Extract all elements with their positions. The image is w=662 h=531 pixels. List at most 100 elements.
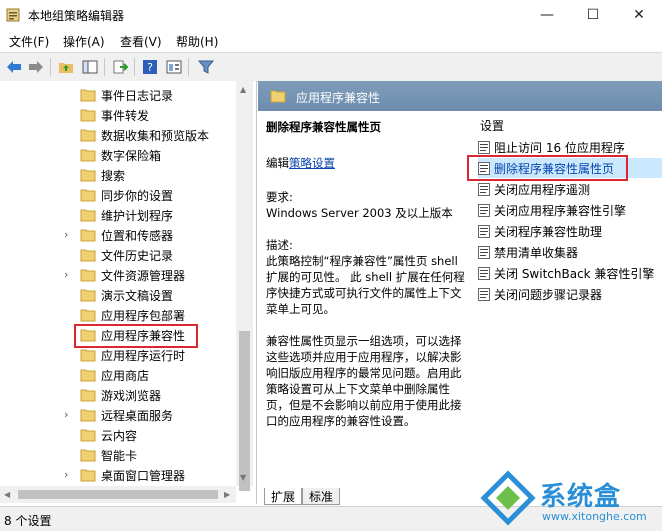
folder-icon — [80, 169, 96, 182]
expand-chevron-icon[interactable]: › — [64, 409, 74, 421]
tree-item[interactable]: 演示文稿设置 — [0, 285, 236, 305]
policy-setting-icon — [478, 267, 490, 280]
watermark-name: 系统盒 — [540, 482, 622, 512]
tree-vertical-scrollbar[interactable]: ▲ ▼ — [236, 81, 253, 491]
back-button[interactable] — [4, 57, 24, 77]
tree-item-label: 远程桌面服务 — [101, 409, 174, 423]
folder-icon — [80, 469, 96, 482]
filter-icon — [198, 60, 214, 74]
tree-item[interactable]: 应用商店 — [0, 365, 236, 385]
menu-action[interactable]: 操作(A) — [63, 33, 105, 50]
details-header: 应用程序兼容性 — [258, 81, 662, 111]
title-bar: 本地组策略编辑器 — ☐ ✕ — [0, 0, 662, 30]
folder-icon — [80, 249, 96, 262]
tree-item-label: 应用程序运行时 — [101, 349, 186, 363]
window-title: 本地组策略编辑器 — [28, 9, 125, 23]
tree-item[interactable]: 游戏浏览器 — [0, 385, 236, 405]
close-button[interactable]: ✕ — [616, 0, 662, 30]
tree-item[interactable]: 同步你的设置 — [0, 185, 236, 205]
tree-item[interactable]: 数字保险箱 — [0, 145, 236, 165]
policy-title: 删除程序兼容性属性页 — [266, 120, 381, 134]
tab-standard[interactable]: 标准 — [302, 488, 341, 505]
tree-horizontal-scrollbar[interactable]: ◀ ▶ — [0, 486, 236, 503]
help-button[interactable]: ? — [140, 57, 160, 77]
tab-extended[interactable]: 扩展 — [264, 488, 303, 505]
tree-item[interactable]: 事件转发 — [0, 105, 236, 125]
folder-icon — [80, 89, 96, 102]
tree-item[interactable]: › 位置和传感器 — [0, 225, 236, 245]
policy-tree: 事件日志记录 事件转发数据收集和预览版本 数字保险箱搜索同步你的设置 维护计划程序 › 位… — [0, 81, 257, 504]
status-text: 8 个设置 — [4, 514, 52, 528]
tree-item[interactable]: 文件历史记录 — [0, 245, 236, 265]
scroll-right-icon[interactable]: ▶ — [224, 490, 230, 499]
folder-icon — [80, 349, 96, 362]
scroll-thumb[interactable] — [18, 490, 218, 499]
tree-item-label: 搜索 — [101, 169, 126, 183]
extended-view-button[interactable] — [164, 57, 184, 77]
maximize-button[interactable]: ☐ — [570, 0, 616, 30]
minimize-button[interactable]: — — [524, 0, 570, 30]
setting-item[interactable]: 关闭问题步骤记录器 — [478, 284, 662, 304]
setting-item[interactable]: 阻止访问 16 位应用程序 — [478, 137, 662, 157]
tree-item-label: 数字保险箱 — [101, 149, 162, 163]
setting-item-label: 关闭 SwitchBack 兼容性引擎 — [494, 267, 655, 281]
details-header-title: 应用程序兼容性 — [296, 91, 381, 105]
folder-icon — [80, 269, 96, 282]
tree-item[interactable]: 数据收集和预览版本 — [0, 125, 236, 145]
menu-view[interactable]: 查看(V) — [120, 33, 162, 50]
tree-item-label: 数据收集和预览版本 — [101, 129, 210, 143]
folder-icon — [80, 389, 96, 402]
tree-item[interactable]: 事件日志记录 — [0, 85, 236, 105]
show-hide-tree-button[interactable] — [80, 57, 100, 77]
tree-item-label: 位置和传感器 — [101, 229, 174, 243]
up-folder-button[interactable] — [56, 57, 76, 77]
tree-item[interactable]: 应用程序运行时 — [0, 345, 236, 365]
svg-text:?: ? — [147, 61, 153, 74]
tree-item[interactable]: 智能卡 — [0, 445, 236, 465]
tree-item-label: 文件资源管理器 — [101, 269, 186, 283]
setting-item[interactable]: 关闭程序兼容性助理 — [478, 221, 662, 241]
filter-button[interactable] — [196, 57, 216, 77]
folder-icon — [80, 369, 96, 382]
folder-icon — [80, 129, 96, 142]
scroll-up-icon[interactable]: ▲ — [240, 85, 246, 94]
tree-item[interactable]: 搜索 — [0, 165, 236, 185]
setting-item[interactable]: 关闭应用程序兼容性引擎 — [478, 200, 662, 220]
expand-chevron-icon[interactable]: › — [64, 469, 74, 481]
edit-policy-link[interactable]: 策略设置 — [289, 156, 335, 170]
setting-item[interactable]: 关闭应用程序遥测 — [478, 179, 662, 199]
tree-item-label: 演示文稿设置 — [101, 289, 174, 303]
folder-icon — [80, 229, 96, 242]
setting-item[interactable]: 关闭 SwitchBack 兼容性引擎 — [478, 263, 662, 283]
setting-highlight-box — [467, 155, 628, 181]
requirements-value: Windows Server 2003 及以上版本 — [266, 206, 453, 220]
menu-bar: 文件(F) 操作(A) 查看(V) 帮助(H) — [0, 30, 662, 52]
setting-item-label: 关闭程序兼容性助理 — [494, 225, 603, 239]
tree-item[interactable]: › 远程桌面服务 — [0, 405, 236, 425]
menu-help[interactable]: 帮助(H) — [176, 33, 218, 50]
tree-item[interactable]: 维护计划程序 — [0, 205, 236, 225]
expand-chevron-icon[interactable]: › — [64, 269, 74, 281]
tree-item[interactable]: › 文件资源管理器 — [0, 265, 236, 285]
scroll-left-icon[interactable]: ◀ — [4, 490, 10, 499]
forward-arrow-icon — [29, 61, 43, 73]
tree-item-label: 桌面窗口管理器 — [101, 469, 186, 483]
menu-file[interactable]: 文件(F) — [9, 33, 49, 50]
policy-editor-icon — [6, 8, 20, 22]
setting-item-label: 关闭应用程序遥测 — [494, 183, 591, 197]
setting-item-label: 关闭应用程序兼容性引擎 — [494, 204, 627, 218]
requirements-label: 要求: — [266, 190, 293, 204]
help-icon: ? — [143, 60, 157, 74]
tree-item[interactable]: 云内容 — [0, 425, 236, 445]
forward-button[interactable] — [26, 57, 46, 77]
tree-item[interactable]: 应用程序包部署 — [0, 305, 236, 325]
expand-chevron-icon[interactable]: › — [64, 229, 74, 241]
tree-item[interactable]: › 桌面窗口管理器 — [0, 465, 236, 485]
folder-icon — [80, 409, 96, 422]
export-list-button[interactable] — [110, 57, 130, 77]
description-paragraph-1: 此策略控制“程序兼容性”属性页 shell 扩展的可见性。 此 shell 扩展… — [266, 254, 465, 316]
scroll-thumb[interactable] — [239, 331, 250, 491]
minimize-icon: — — [540, 7, 554, 23]
setting-item[interactable]: 禁用清单收集器 — [478, 242, 662, 262]
scroll-down-icon[interactable]: ▼ — [240, 473, 246, 482]
